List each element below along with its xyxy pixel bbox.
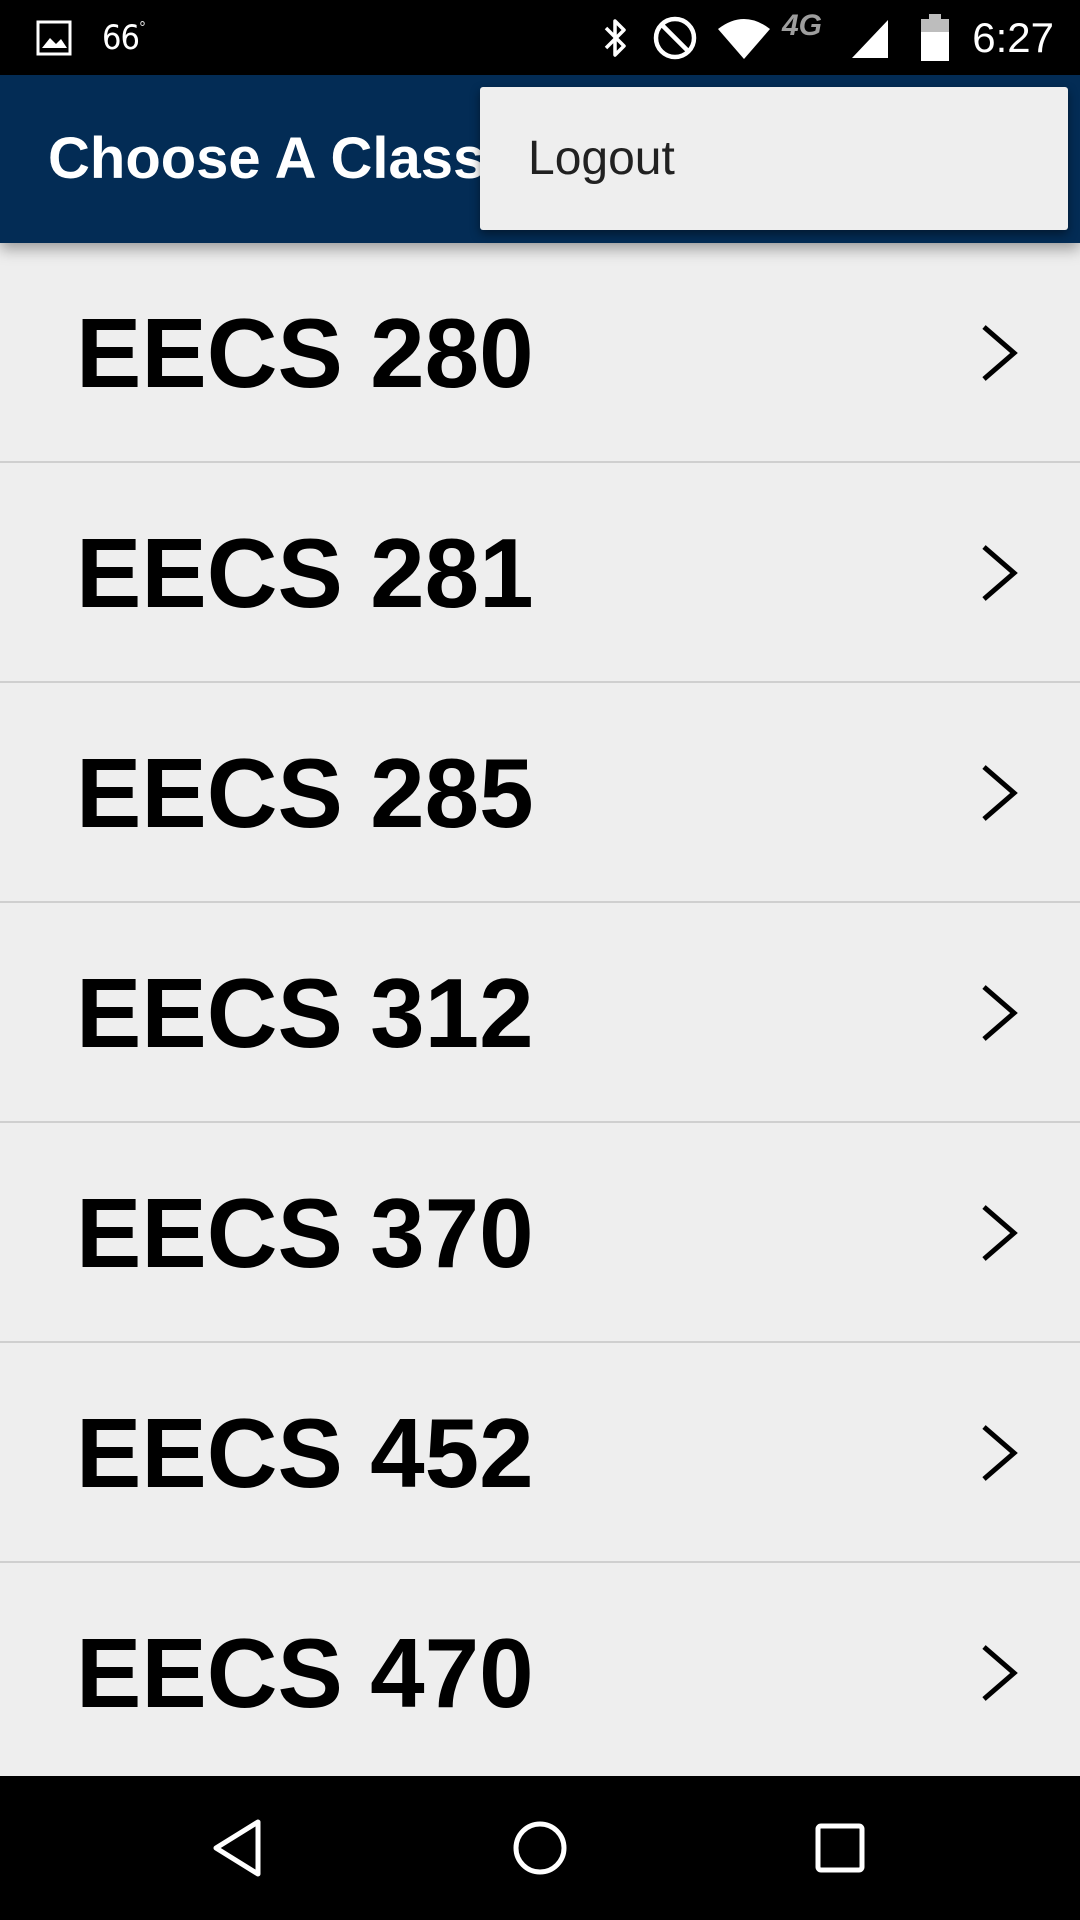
home-icon[interactable]	[508, 1816, 572, 1880]
chevron-right-icon	[982, 1205, 1018, 1261]
wifi-icon	[716, 0, 772, 75]
recent-apps-icon[interactable]	[808, 1816, 872, 1880]
chevron-right-icon	[982, 1645, 1018, 1701]
chevron-right-icon	[982, 765, 1018, 821]
status-bar: 66 ° 4G 6:27	[0, 0, 1080, 75]
list-item[interactable]: EECS 285	[0, 683, 1080, 903]
list-item[interactable]: EECS 470	[0, 1563, 1080, 1776]
class-label: EECS 281	[76, 518, 534, 628]
chevron-right-icon	[982, 545, 1018, 601]
list-item[interactable]: EECS 312	[0, 903, 1080, 1123]
gallery-icon	[36, 0, 72, 75]
chevron-right-icon	[982, 1425, 1018, 1481]
list-item[interactable]: EECS 370	[0, 1123, 1080, 1343]
class-label: EECS 452	[76, 1398, 534, 1508]
status-clock: 6:27	[972, 13, 1054, 61]
class-label: EECS 280	[76, 298, 534, 408]
class-list: EECS 280 EECS 281 EECS 285 EECS 312 EECS…	[0, 243, 1080, 1776]
bluetooth-icon	[598, 0, 634, 75]
class-label: EECS 312	[76, 958, 534, 1068]
do-not-disturb-icon	[652, 0, 698, 75]
page-title: Choose A Class	[48, 126, 486, 191]
back-icon[interactable]	[208, 1816, 272, 1880]
temperature-value: 66	[102, 17, 140, 58]
chevron-right-icon	[982, 325, 1018, 381]
network-type-label: 4G	[782, 9, 823, 42]
overflow-menu: Logout	[480, 87, 1068, 230]
list-item[interactable]: EECS 452	[0, 1343, 1080, 1563]
chevron-right-icon	[982, 985, 1018, 1041]
battery-icon	[920, 0, 950, 75]
temperature-text: 66 °	[102, 0, 146, 75]
class-label: EECS 370	[76, 1178, 534, 1288]
temperature-unit: °	[138, 18, 146, 37]
class-label: EECS 285	[76, 738, 534, 848]
logout-menu-item[interactable]: Logout	[480, 87, 1068, 230]
class-label: EECS 470	[76, 1618, 534, 1728]
list-item[interactable]: EECS 281	[0, 463, 1080, 683]
list-item[interactable]: EECS 280	[0, 243, 1080, 463]
signal-icon	[850, 0, 890, 75]
navigation-bar	[0, 1776, 1080, 1920]
